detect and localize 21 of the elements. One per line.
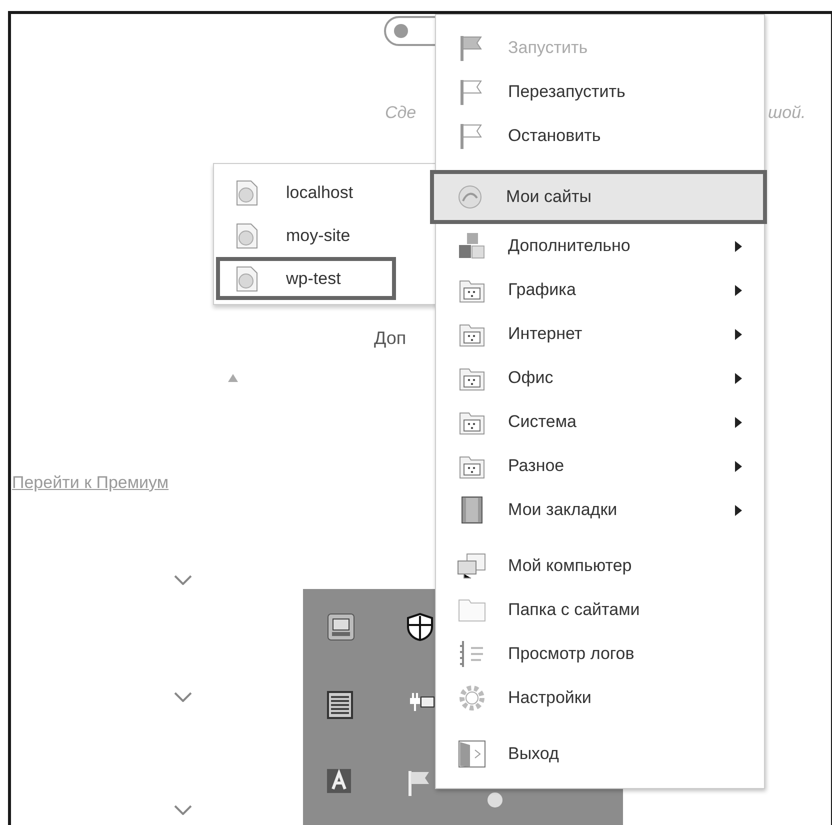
menu-item[interactable]: localhost xyxy=(216,171,396,214)
menu-item[interactable]: moy-site xyxy=(216,214,396,257)
menu-item[interactable]: Графика xyxy=(436,268,764,312)
menu-item[interactable]: Перезапустить xyxy=(436,70,764,114)
menu-item[interactable]: Просмотр логов xyxy=(436,632,764,676)
menu-item[interactable]: Офис xyxy=(436,356,764,400)
menu-item[interactable]: Настройки xyxy=(436,676,764,720)
menu-item[interactable]: Интернет xyxy=(436,312,764,356)
caption-text: шой. xyxy=(768,103,806,123)
menu-item[interactable]: Дополнительно xyxy=(436,224,764,268)
menu-item[interactable]: Мой компьютер xyxy=(436,544,764,588)
menu-item[interactable]: Мои сайты xyxy=(430,170,767,224)
menu-item[interactable]: wp-test xyxy=(216,257,396,300)
menu-item[interactable]: Остановить xyxy=(436,114,764,158)
menu-item[interactable]: Выход xyxy=(436,732,764,776)
caption-text: Сде xyxy=(385,103,416,123)
heading-text: Доп xyxy=(374,328,406,349)
menu-item[interactable]: Разное xyxy=(436,444,764,488)
menu-item[interactable]: Папка с сайтами xyxy=(436,588,764,632)
menu-item[interactable]: Система xyxy=(436,400,764,444)
menu-item[interactable]: Мои закладки xyxy=(436,488,764,532)
